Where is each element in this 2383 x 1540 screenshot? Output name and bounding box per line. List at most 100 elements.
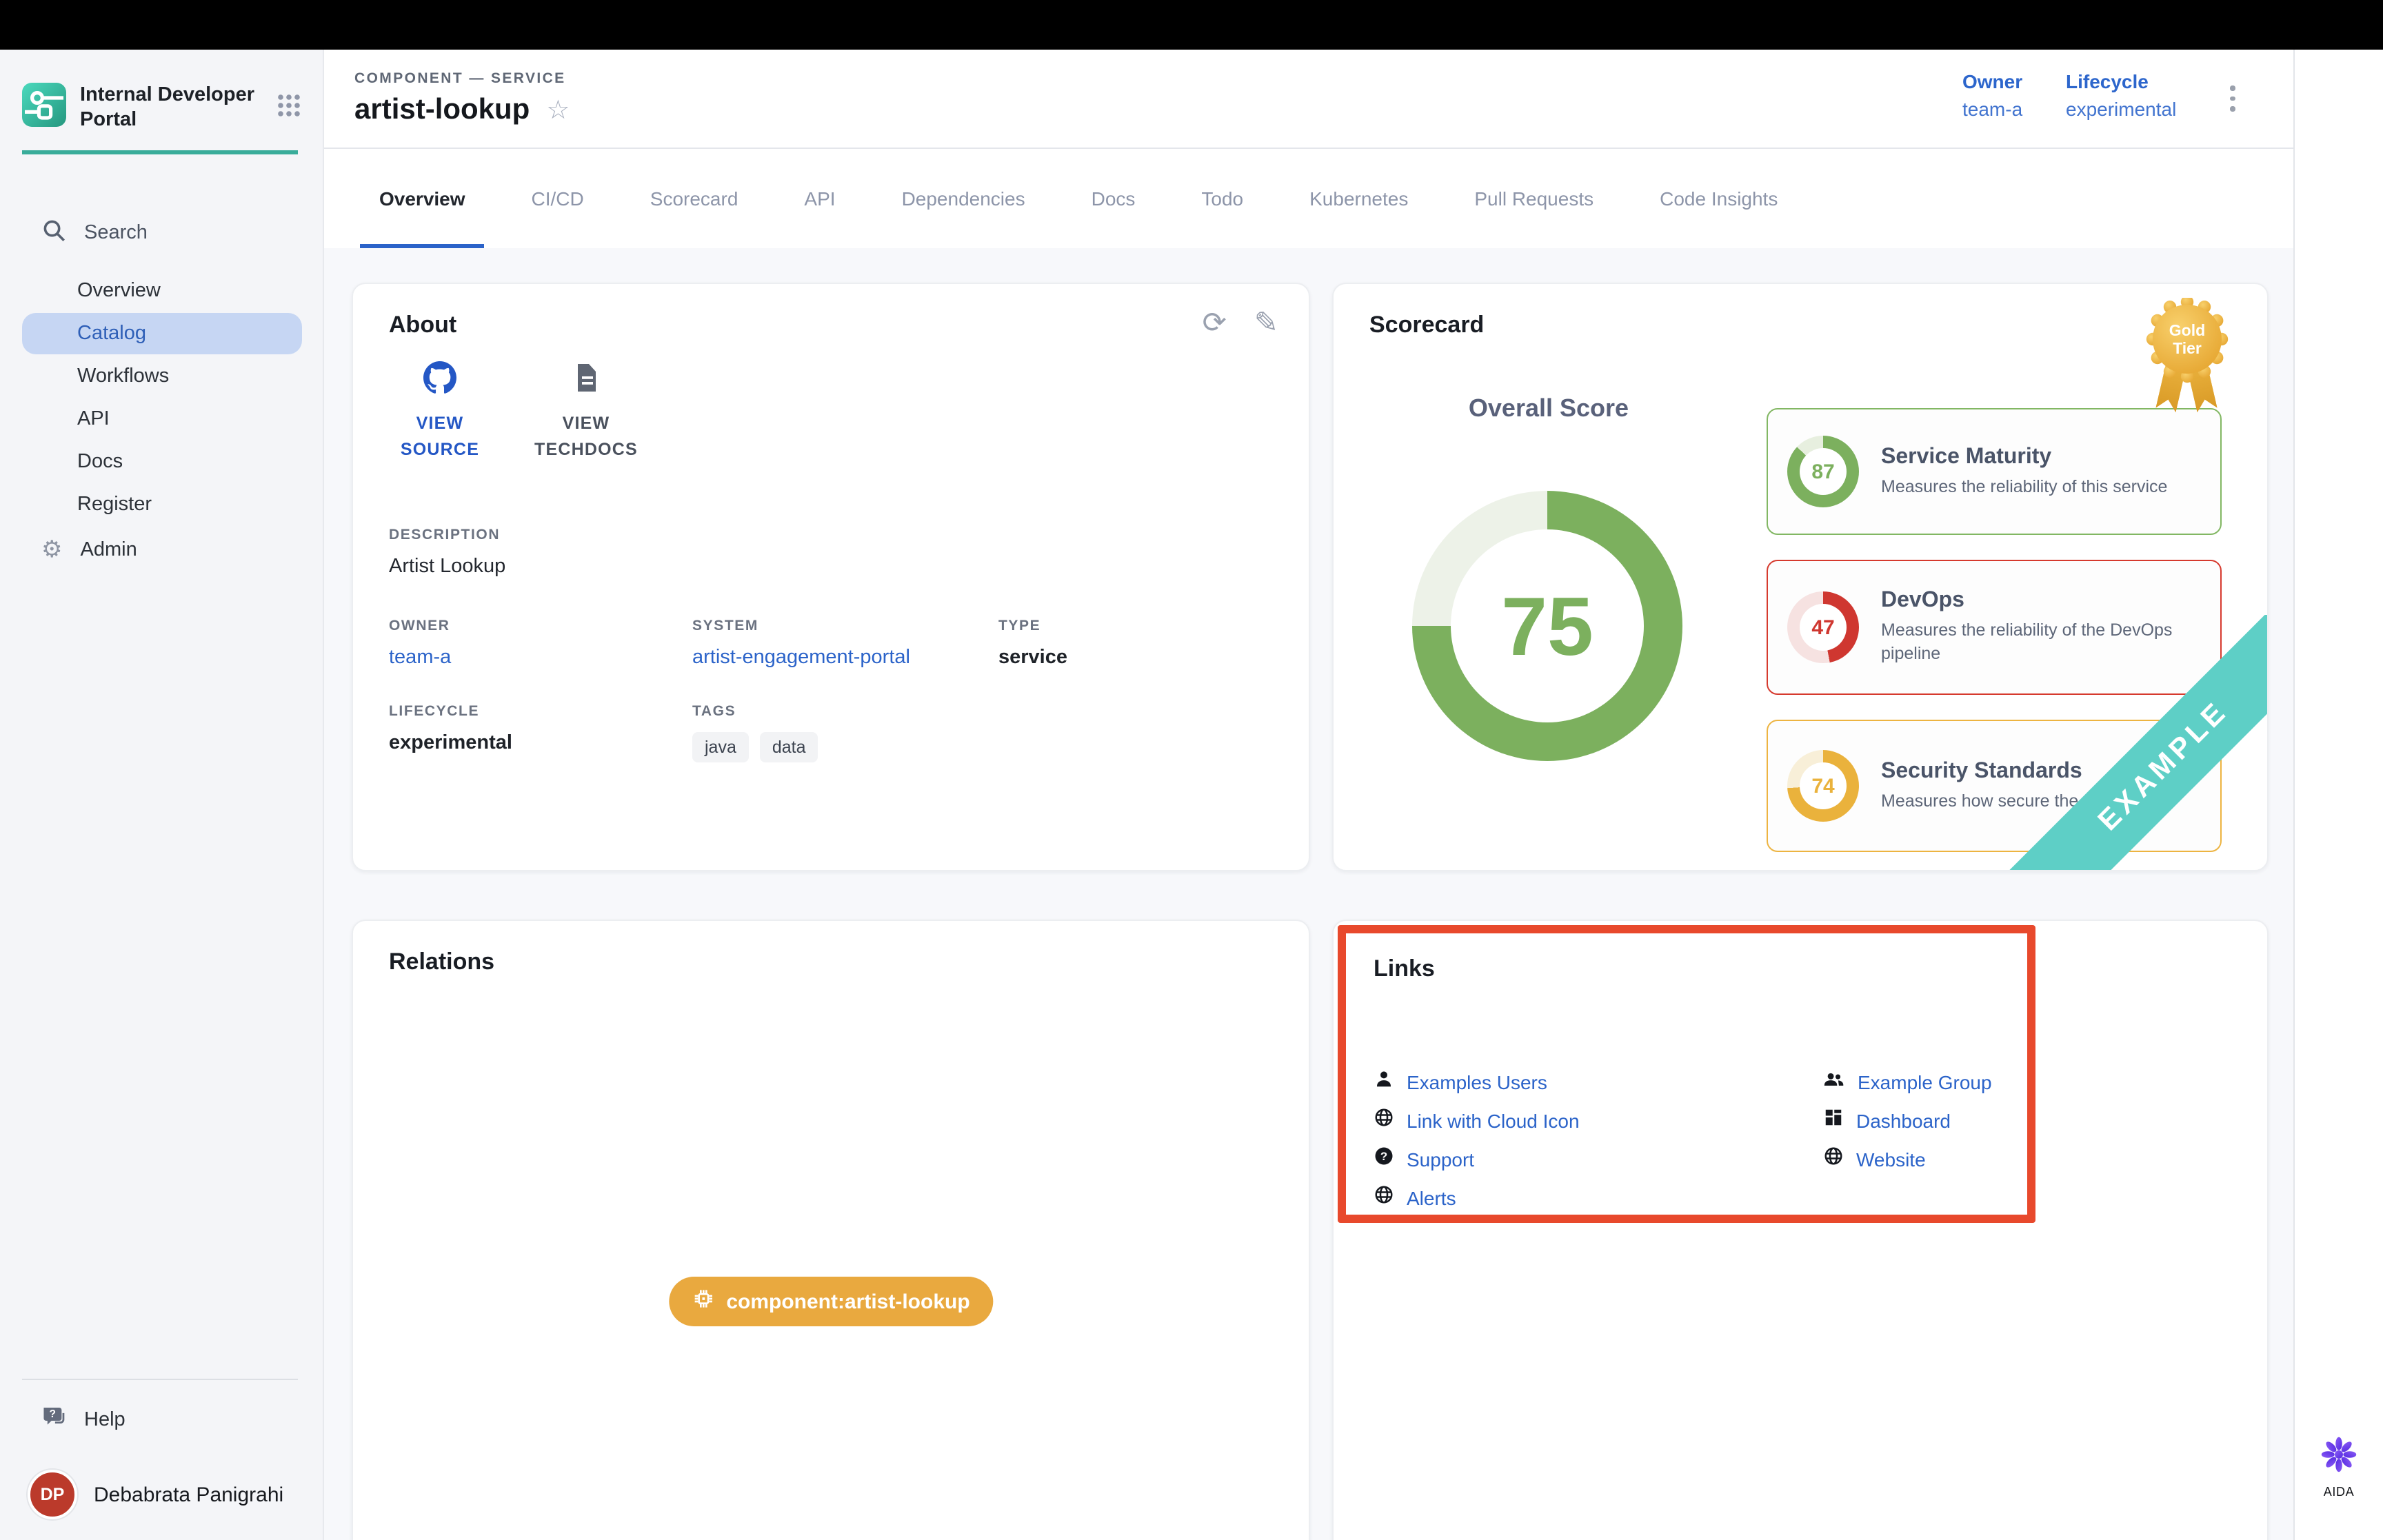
overall-score-donut: 75 — [1412, 491, 1682, 761]
about-card: About ⟳ ✎ VIEW SOURCE — [352, 283, 1310, 871]
lifecycle-value: experimental — [389, 732, 512, 754]
header-owner: Owner team-a — [1962, 70, 2022, 120]
link-website[interactable]: Website — [1823, 1140, 1992, 1179]
user-icon — [1374, 1068, 1394, 1096]
relations-title: Relations — [389, 949, 494, 976]
links-highlight-box: Links Examples Users — [1338, 925, 2035, 1223]
search-icon — [41, 218, 66, 248]
brand: Internal Developer Portal — [22, 83, 302, 134]
tab-overview[interactable]: Overview — [346, 149, 499, 248]
overall-score-label: Overall Score — [1416, 394, 1681, 423]
owner-label: OWNER — [389, 618, 451, 634]
relations-card: Relations component:artist-lookup — [352, 920, 1310, 1540]
chip-icon — [692, 1288, 714, 1315]
page-title: artist-lookup — [354, 94, 530, 127]
tab-pull-requests[interactable]: Pull Requests — [1441, 149, 1627, 248]
scorecard-title: Scorecard — [1369, 312, 1484, 339]
github-icon — [423, 361, 456, 401]
brand-divider — [22, 150, 298, 154]
links-card: Links Examples Users — [1332, 920, 2269, 1540]
entity-chip[interactable]: component:artist-lookup — [668, 1277, 993, 1326]
header-lifecycle: Lifecycle experimental — [2066, 70, 2176, 120]
tab-dependencies[interactable]: Dependencies — [869, 149, 1058, 248]
link-examples-users[interactable]: Examples Users — [1374, 1063, 1580, 1102]
aida-flower-icon — [2320, 1435, 2358, 1474]
link-with-cloud-icon[interactable]: Link with Cloud Icon — [1374, 1102, 1580, 1140]
user-name: Debabrata Panigrahi — [94, 1483, 283, 1506]
portal-logo-icon — [22, 83, 66, 134]
view-source-button[interactable]: VIEW SOURCE — [381, 361, 499, 465]
top-black-bar — [0, 0, 2383, 50]
help-chat-icon: ? — [41, 1404, 68, 1435]
sidebar-item-overview[interactable]: Overview — [22, 270, 302, 312]
right-gutter: AIDA — [2293, 50, 2383, 1540]
sidebar-item-search[interactable]: Search — [41, 218, 148, 248]
sidebar-item-workflows[interactable]: Workflows — [22, 356, 302, 397]
sidebar-item-catalog[interactable]: Catalog — [22, 313, 302, 354]
score-donut: 47 — [1787, 591, 1859, 663]
description-value: Artist Lookup — [389, 556, 505, 578]
svg-text:?: ? — [49, 1408, 56, 1420]
app-window: Internal Developer Portal Search Overvie… — [0, 0, 2383, 1540]
system-label: SYSTEM — [692, 618, 910, 634]
links-title: Links — [1374, 955, 1435, 983]
main-area: COMPONENT — SERVICE artist-lookup ☆ Owne… — [324, 50, 2293, 1540]
tab-todo[interactable]: Todo — [1168, 149, 1276, 248]
apps-grid-icon[interactable] — [276, 92, 302, 125]
sidebar-item-api[interactable]: API — [22, 398, 302, 440]
gold-tier-badge: Gold Tier — [2143, 298, 2231, 436]
link-alerts[interactable]: Alerts — [1374, 1179, 1580, 1217]
link-example-group[interactable]: Example Group — [1823, 1063, 1992, 1102]
sidebar-item-admin[interactable]: ⚙ Admin — [41, 538, 137, 561]
owner-value-link[interactable]: team-a — [389, 647, 451, 669]
sidebar-nav: Overview Catalog Workflows API Docs Regi… — [22, 270, 302, 527]
document-icon — [570, 361, 603, 401]
tab-docs[interactable]: Docs — [1058, 149, 1169, 248]
tab-api[interactable]: API — [771, 149, 868, 248]
gear-icon: ⚙ — [41, 538, 63, 561]
link-dashboard[interactable]: Dashboard — [1823, 1102, 1992, 1140]
system-value-link[interactable]: artist-engagement-portal — [692, 647, 910, 669]
example-ribbon: EXAMPLE — [2005, 615, 2267, 870]
view-techdocs-button[interactable]: VIEW TECHDOCS — [527, 361, 645, 465]
svg-text:?: ? — [1380, 1150, 1387, 1163]
tab-cicd[interactable]: CI/CD — [499, 149, 617, 248]
entity-header: COMPONENT — SERVICE artist-lookup ☆ Owne… — [324, 50, 2293, 149]
overall-score-value: 75 — [1501, 578, 1593, 673]
refresh-icon[interactable]: ⟳ — [1203, 306, 1227, 341]
tag-chip[interactable]: data — [760, 732, 818, 762]
lifecycle-label: LIFECYCLE — [389, 703, 512, 720]
tab-kubernetes[interactable]: Kubernetes — [1276, 149, 1441, 248]
sidebar-item-register[interactable]: Register — [22, 484, 302, 525]
entity-tabs: Overview CI/CD Scorecard API Dependencie… — [324, 149, 2293, 248]
sidebar-item-help[interactable]: ? Help — [41, 1404, 125, 1435]
aida-label: AIDA — [2295, 1485, 2383, 1499]
edit-pencil-icon[interactable]: ✎ — [1254, 306, 1278, 341]
aida-widget[interactable]: AIDA — [2295, 1435, 2383, 1499]
tab-scorecard[interactable]: Scorecard — [617, 149, 772, 248]
portal-title: Internal Developer Portal — [80, 84, 262, 132]
link-support[interactable]: ? Support — [1374, 1140, 1580, 1179]
score-donut: 87 — [1787, 436, 1859, 507]
globe-icon — [1823, 1146, 1844, 1173]
dashboard-icon — [1823, 1107, 1844, 1135]
tags-label: TAGS — [692, 703, 818, 720]
svg-text:Gold: Gold — [2169, 321, 2205, 339]
user-menu[interactable]: DP Debabrata Panigrahi — [28, 1470, 283, 1519]
content-area: About ⟳ ✎ VIEW SOURCE — [324, 248, 2293, 1540]
more-options-icon[interactable] — [2230, 85, 2235, 111]
type-value: service — [998, 647, 1067, 669]
tag-chip[interactable]: java — [692, 732, 749, 762]
tab-code-insights[interactable]: Code Insights — [1627, 149, 1811, 248]
favorite-star-icon[interactable]: ☆ — [546, 97, 570, 123]
avatar: DP — [28, 1470, 77, 1519]
owner-link[interactable]: team-a — [1962, 98, 2022, 120]
breadcrumb: COMPONENT — SERVICE — [354, 70, 566, 87]
score-donut: 74 — [1787, 750, 1859, 822]
svg-text:Tier: Tier — [2173, 339, 2202, 357]
group-icon — [1823, 1068, 1845, 1096]
sidebar-item-docs[interactable]: Docs — [22, 441, 302, 483]
description-label: DESCRIPTION — [389, 527, 505, 543]
help-circle-icon: ? — [1374, 1146, 1394, 1173]
globe-icon — [1374, 1107, 1394, 1135]
